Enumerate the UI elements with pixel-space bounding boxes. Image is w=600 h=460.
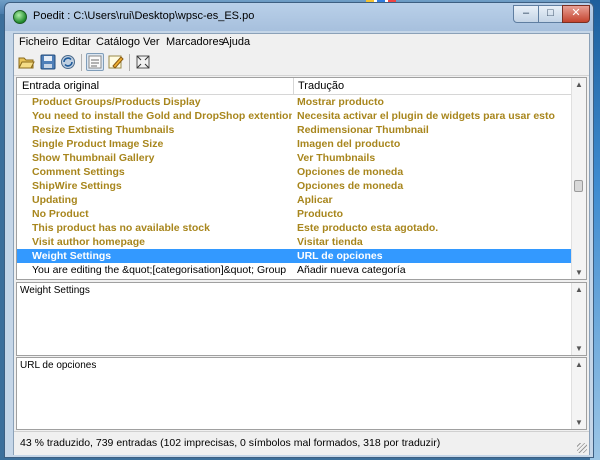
row-source-text: Single Product Image Size — [32, 138, 164, 150]
row-source-text: No Product — [32, 208, 89, 220]
menu-bar: Ficheiro Editar Catálogo Ver Marcadores … — [14, 34, 589, 51]
menu-ficheiro[interactable]: Ficheiro — [19, 36, 58, 48]
list-row[interactable]: Product Groups/Products Display Mostrar p… — [17, 95, 572, 109]
menu-ajuda[interactable]: Ajuda — [222, 36, 250, 48]
edit-comment-icon[interactable] — [107, 53, 125, 71]
list-row[interactable]: No Product Producto — [17, 207, 572, 221]
row-translation-text: Necesita activar el plugin de widgets pa… — [297, 110, 555, 122]
row-source-text: This product has no available stock — [32, 222, 210, 234]
scroll-down-icon[interactable]: ▼ — [572, 342, 586, 355]
minimize-button[interactable]: – — [513, 5, 539, 23]
row-translation-text: URL de opciones — [297, 250, 383, 262]
source-text: Weight Settings — [20, 285, 90, 296]
row-source-text: Visit author homepage — [32, 236, 145, 248]
fullscreen-icon[interactable] — [134, 53, 152, 71]
poedit-window: Poedit : C:\Users\rui\Desktop\wpsc-es_ES… — [4, 2, 594, 458]
source-text-pane: Weight Settings ▲ ▼ — [16, 282, 587, 356]
maximize-button[interactable]: □ — [538, 5, 563, 23]
row-translation-text: Este producto esta agotado. — [297, 222, 439, 234]
list-row[interactable]: You need to install the Gold and DropSho… — [17, 109, 572, 123]
list-scrollbar[interactable]: ▲ ▼ — [571, 78, 586, 279]
row-translation-text: Ver Thumbnails — [297, 152, 376, 164]
title-bar[interactable]: Poedit : C:\Users\rui\Desktop\wpsc-es_ES… — [5, 3, 593, 31]
row-translation-text: Visitar tienda — [297, 236, 363, 248]
list-row[interactable]: Show Thumbnail Gallery Ver Thumbnails — [17, 151, 572, 165]
row-translation-text: Imagen del producto — [297, 138, 401, 150]
column-header-translation[interactable]: Tradução — [298, 80, 344, 92]
list-row[interactable]: Visit author homepage Visitar tienda — [17, 235, 572, 249]
menu-marcadores[interactable]: Marcadores — [166, 36, 224, 48]
translation-pane-scrollbar[interactable]: ▲ ▼ — [571, 358, 586, 429]
row-source-text: Product Groups/Products Display — [32, 96, 201, 108]
translation-text-pane: URL de opciones ▲ ▼ — [16, 357, 587, 430]
list-rows: Product Groups/Products Display Mostrar p… — [17, 95, 572, 277]
row-translation-text: Producto — [297, 208, 344, 220]
row-translation-text: Aplicar — [297, 194, 333, 206]
list-row[interactable]: You are editing the &quot;[categorisatio… — [17, 263, 572, 277]
row-translation-text: Opciones de moneda — [297, 180, 404, 192]
list-row-selected[interactable]: Weight Settings URL de opciones — [17, 249, 572, 263]
row-source-text: Comment Settings — [32, 166, 125, 178]
list-row[interactable]: Resize Extisting Thumbnails Redimensionar… — [17, 123, 572, 137]
scroll-up-icon[interactable]: ▲ — [572, 283, 586, 296]
menu-editar[interactable]: Editar — [62, 36, 91, 48]
toolbar — [14, 51, 589, 76]
row-source-text: Weight Settings — [32, 250, 112, 262]
list-row[interactable]: Single Product Image Size Imagen del prod… — [17, 137, 572, 151]
toolbar-separator — [129, 54, 130, 71]
poedit-app-icon — [13, 10, 27, 24]
window-client-area: Ficheiro Editar Catálogo Ver Marcadores … — [13, 33, 590, 455]
validate-icon[interactable] — [86, 53, 104, 71]
column-divider[interactable] — [293, 78, 294, 94]
list-row[interactable]: This product has no available stock Este … — [17, 221, 572, 235]
row-source-text: Show Thumbnail Gallery — [32, 152, 155, 164]
scrollbar-thumb[interactable] — [574, 180, 583, 192]
resize-grip-icon[interactable] — [577, 443, 587, 453]
scroll-down-icon[interactable]: ▼ — [572, 416, 586, 429]
row-source-text: Resize Extisting Thumbnails — [32, 124, 175, 136]
row-translation-text: Opciones de moneda — [297, 166, 404, 178]
scroll-up-icon[interactable]: ▲ — [572, 358, 586, 371]
save-icon[interactable] — [39, 53, 57, 71]
list-row[interactable]: ShipWire Settings Opciones de moneda — [17, 179, 572, 193]
status-bar: 43 % traduzido, 739 entradas (102 imprec… — [14, 431, 589, 455]
row-source-text: You need to install the Gold and DropSho… — [32, 110, 292, 122]
row-source-text: You are editing the &quot;[categorisatio… — [32, 264, 287, 276]
row-source-text: Updating — [32, 194, 78, 206]
list-header: Entrada original Tradução — [17, 78, 572, 95]
source-pane-scrollbar[interactable]: ▲ ▼ — [571, 283, 586, 355]
open-icon[interactable] — [17, 53, 35, 71]
close-button[interactable]: ✕ — [562, 5, 590, 23]
scroll-down-icon[interactable]: ▼ — [572, 266, 586, 279]
status-text: 43 % traduzido, 739 entradas (102 imprec… — [20, 437, 441, 449]
list-row[interactable]: Comment Settings Opciones de moneda — [17, 165, 572, 179]
row-source-text: ShipWire Settings — [32, 180, 122, 192]
update-icon[interactable] — [59, 53, 77, 71]
row-translation-text: Redimensionar Thumbnail — [297, 124, 429, 136]
menu-catalogo[interactable]: Catálogo — [96, 36, 140, 48]
column-header-source[interactable]: Entrada original — [22, 80, 99, 92]
row-translation-text: Añadir nueva categoría — [297, 264, 406, 276]
translation-list[interactable]: Entrada original Tradução Product Groups… — [16, 77, 587, 280]
list-row[interactable]: Updating Aplicar — [17, 193, 572, 207]
scroll-up-icon[interactable]: ▲ — [572, 78, 586, 91]
window-title: Poedit : C:\Users\rui\Desktop\wpsc-es_ES… — [33, 10, 255, 22]
row-translation-text: Mostrar producto — [297, 96, 384, 108]
translation-text-field[interactable]: URL de opciones — [20, 360, 96, 371]
toolbar-separator — [81, 54, 82, 71]
menu-ver[interactable]: Ver — [143, 36, 160, 48]
